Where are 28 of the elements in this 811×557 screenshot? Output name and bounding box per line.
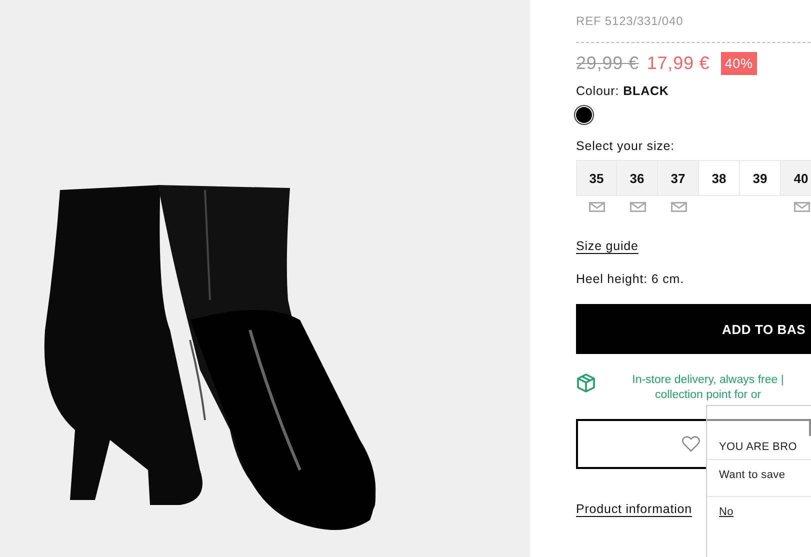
product-reference: REF 5123/331/040 — [576, 14, 684, 28]
box-icon — [576, 373, 596, 393]
envelope-icon[interactable] — [794, 202, 810, 212]
discount-badge: 40% — [720, 52, 757, 75]
size-option[interactable]: 39 — [740, 160, 781, 196]
add-to-basket-button[interactable]: ADD TO BAS — [576, 304, 811, 354]
size-prompt: Select your size: — [576, 139, 675, 153]
size-option[interactable]: 35 — [576, 160, 617, 196]
original-price: 29,99 € — [576, 53, 639, 74]
envelope-icon[interactable] — [630, 202, 646, 212]
decline-link[interactable]: No — [719, 506, 734, 518]
product-information-link[interactable]: Product information — [576, 502, 692, 516]
colour-label: Colour: — [576, 84, 620, 98]
popup-message: Want to save — [718, 468, 786, 483]
size-option[interactable]: 37 — [658, 160, 699, 196]
delivery-info: In-store delivery, always free | collection point for or — [631, 373, 785, 403]
size-option[interactable]: 36 — [617, 160, 658, 196]
heel-height: Heel height: 6 cm. — [576, 272, 685, 286]
colour-swatch[interactable] — [576, 107, 592, 123]
size-option[interactable]: 38 — [699, 160, 740, 196]
colour-name: BLACK — [623, 84, 669, 98]
envelope-icon[interactable] — [588, 202, 604, 212]
heart-icon — [682, 436, 700, 452]
size-option[interactable]: 40 — [781, 160, 811, 196]
envelope-icon[interactable] — [670, 202, 686, 212]
size-guide-link[interactable]: Size guide — [576, 239, 638, 253]
popup-title: YOU ARE BRO — [718, 440, 797, 453]
sale-price: 17,99 € — [646, 53, 710, 74]
